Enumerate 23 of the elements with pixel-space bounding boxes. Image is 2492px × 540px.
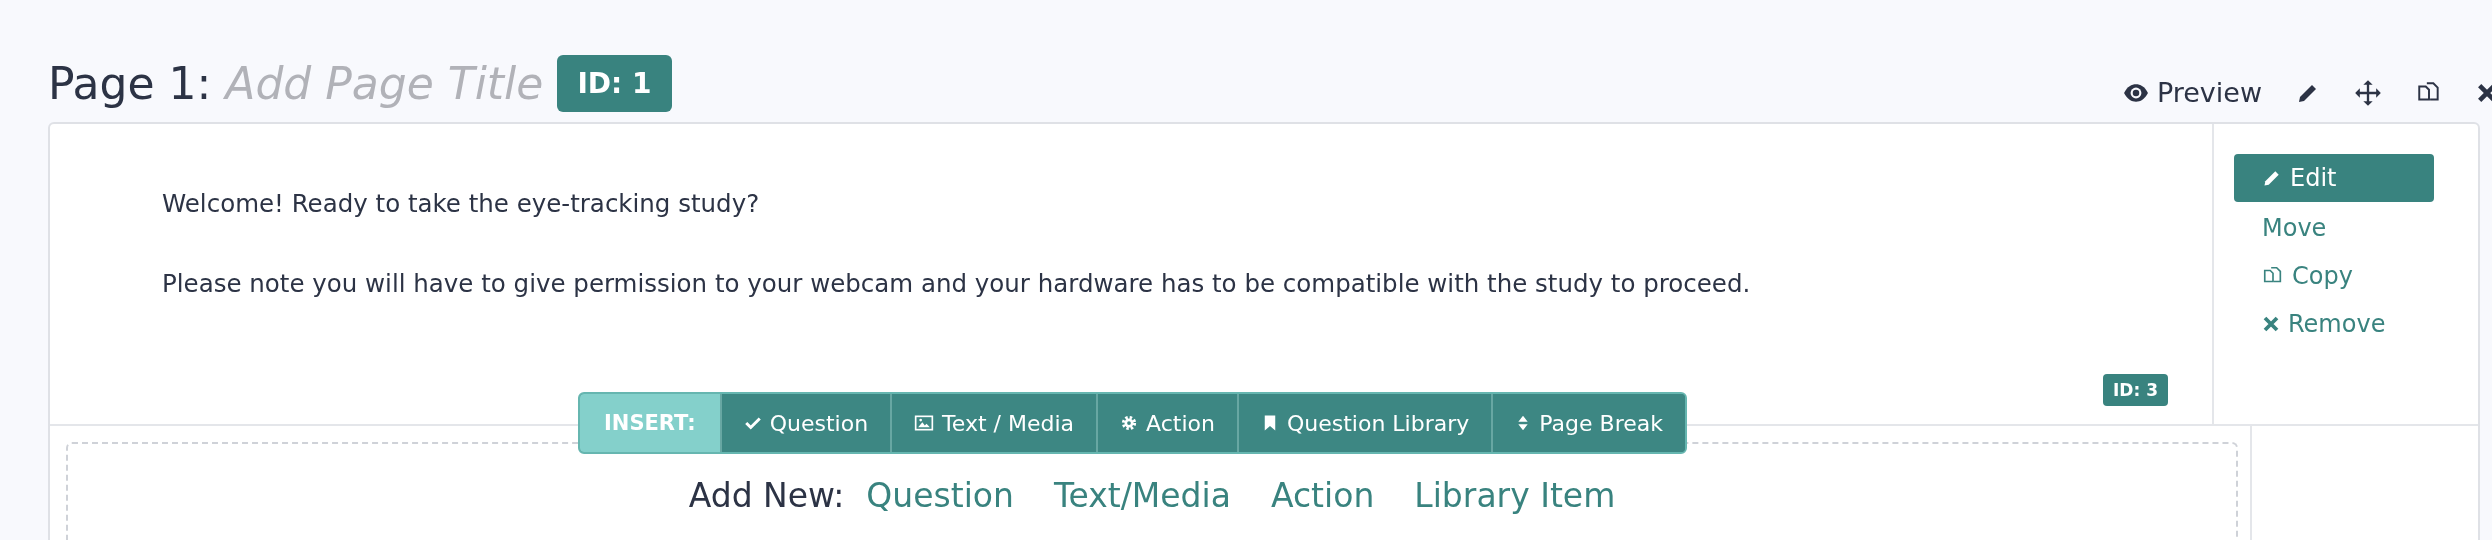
text-paragraph: Please note you will have to give permission to your webcam and your hardware has to be compatible with the study to proceed. — [162, 268, 1752, 300]
preview-button[interactable]: Preview — [2122, 77, 2262, 108]
text-paragraph: Welcome! Ready to take the eye-tracking study? — [162, 188, 761, 220]
move-icon[interactable] — [2354, 78, 2382, 107]
insert-label: INSERT: — [580, 394, 720, 452]
insert-button[interactable]: Page Break — [1491, 394, 1685, 452]
remove-button[interactable]: Remove — [2234, 302, 2414, 346]
pencil-icon — [2262, 168, 2282, 188]
id-badge: ID: 3 — [2103, 374, 2168, 406]
add-new-link[interactable]: Text/Media — [1053, 476, 1231, 515]
edit-button[interactable]: Edit — [2234, 154, 2434, 202]
id-badge: ID: 1 — [557, 55, 672, 112]
move-button[interactable]: Move — [2234, 206, 2355, 250]
page-label: Page 1: — [48, 58, 212, 109]
add-new-label: Add New: — [688, 476, 845, 515]
close-icon[interactable] — [2476, 81, 2492, 104]
add-new-link[interactable]: Library Item — [1414, 476, 1616, 515]
copy-button[interactable]: Copy — [2234, 254, 2381, 298]
image-icon — [914, 413, 935, 433]
add-new-link[interactable]: Action — [1270, 476, 1375, 515]
add-new-link[interactable]: Question — [866, 476, 1014, 515]
close-icon — [2262, 315, 2280, 333]
gear-icon — [1120, 414, 1139, 432]
